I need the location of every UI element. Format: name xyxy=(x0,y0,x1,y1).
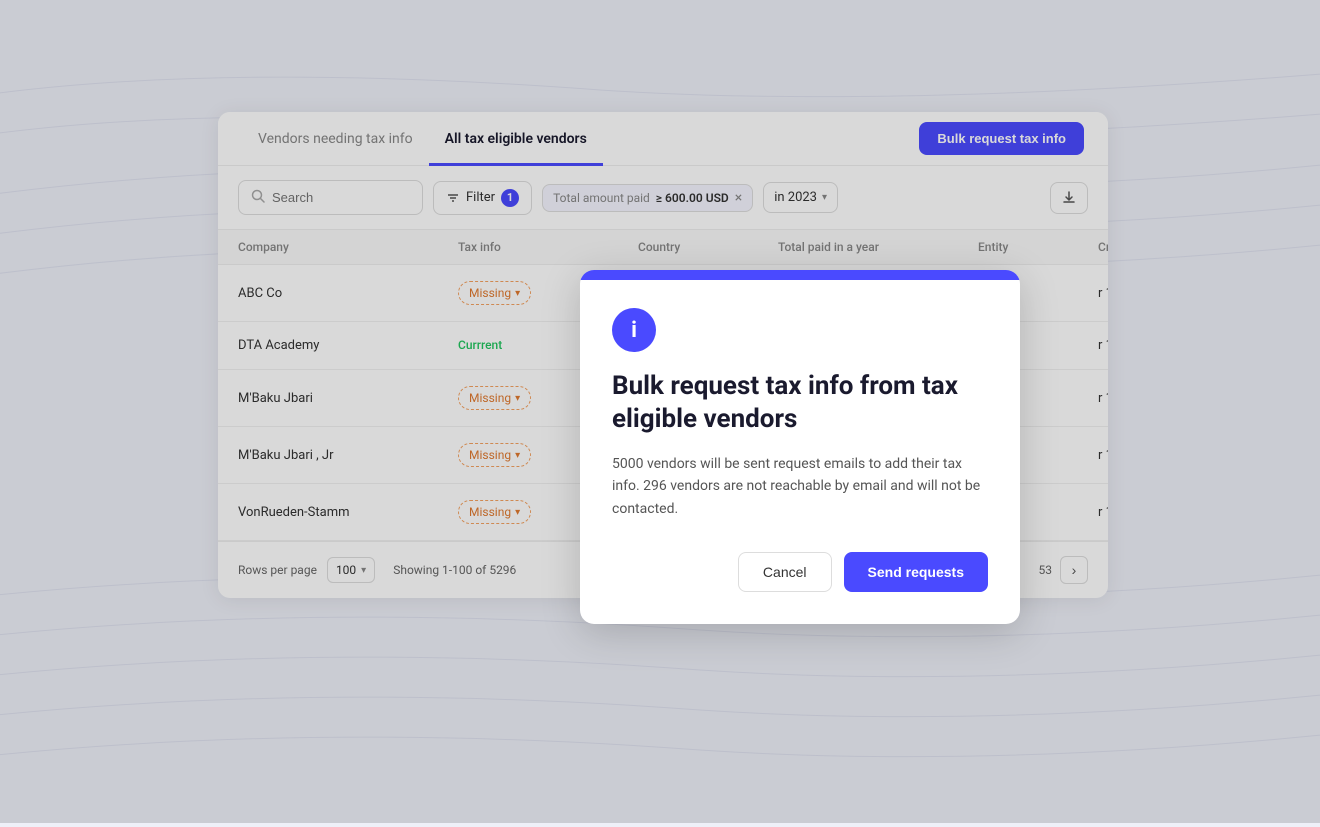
cancel-button[interactable]: Cancel xyxy=(738,552,832,592)
dialog-title: Bulk request tax info from tax eligible … xyxy=(612,370,988,435)
info-icon: i xyxy=(612,308,656,352)
send-requests-button[interactable]: Send requests xyxy=(844,552,988,592)
bulk-request-dialog: i Bulk request tax info from tax eligibl… xyxy=(580,270,1020,624)
dialog-body: i Bulk request tax info from tax eligibl… xyxy=(580,280,1020,624)
dialog-actions: Cancel Send requests xyxy=(612,552,988,592)
dialog-top-bar xyxy=(580,270,1020,280)
dialog-description: 5000 vendors will be sent request emails… xyxy=(612,453,988,520)
